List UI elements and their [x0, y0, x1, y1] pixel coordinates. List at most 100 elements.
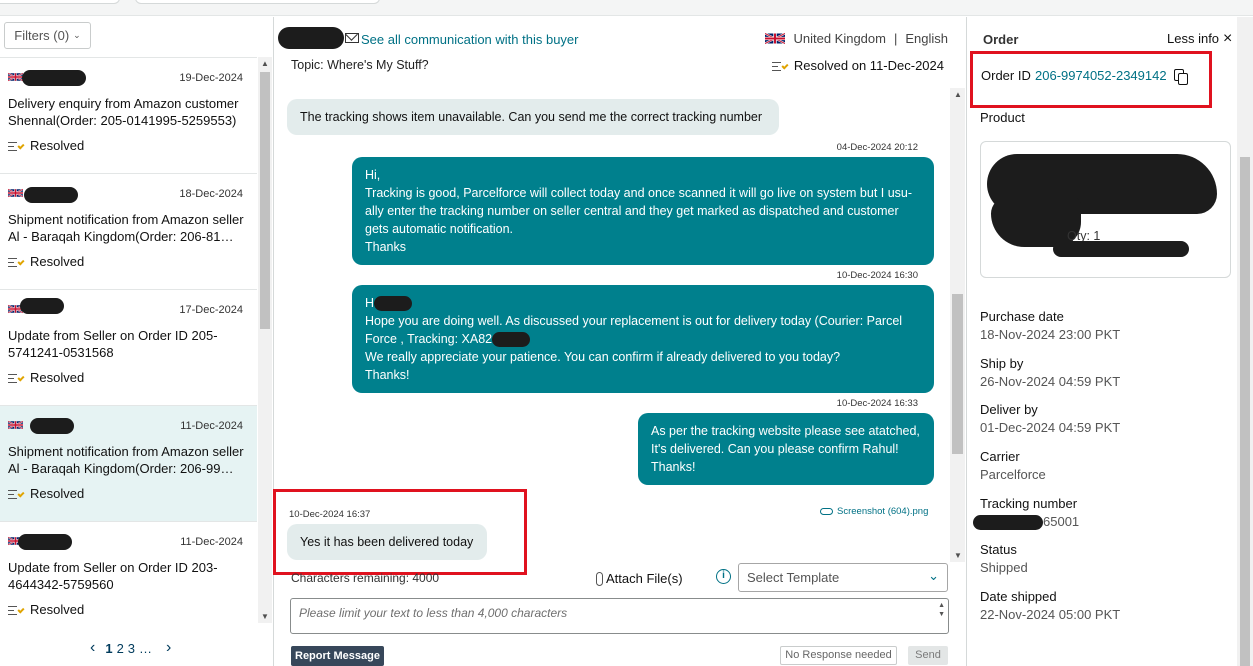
uk-flag-icon	[765, 32, 786, 45]
message-line: Thanks	[365, 240, 406, 254]
message-timestamp: 10-Dec-2024 16:33	[836, 398, 918, 409]
product-card[interactable]: Qty: 1	[980, 141, 1231, 278]
select-template-value: Select Template	[747, 570, 840, 585]
product-label: Product	[980, 110, 1025, 125]
next-page-icon[interactable]: ›	[166, 639, 171, 657]
case-item[interactable]: 11-Dec-2024 Update from Seller on Order …	[0, 522, 257, 623]
case-subject: Shipment notification from Amazon seller…	[8, 211, 248, 245]
case-item[interactable]: 18-Dec-2024 Shipment notification from A…	[0, 174, 257, 290]
case-list: 19-Dec-2024 Delivery enquiry from Amazon…	[0, 57, 257, 623]
case-status: Resolved	[8, 254, 84, 269]
top-tab-left[interactable]	[0, 0, 120, 4]
info-icon[interactable]: i	[716, 569, 731, 584]
no-response-needed-button[interactable]: No Response needed	[780, 646, 897, 665]
field-label: Date shipped	[980, 589, 1057, 604]
resolved-on-label: Resolved on 11-Dec-2024	[793, 58, 944, 73]
scrollbar-thumb[interactable]	[1240, 157, 1250, 666]
marketplace-info: United Kingdom | English	[765, 31, 948, 46]
order-section-title: Order	[983, 32, 1019, 47]
case-subject: Update from Seller on Order ID 205-57412…	[8, 328, 218, 360]
message-line: It's delivered. Can you please confirm R…	[651, 442, 899, 456]
pagination: ‹ 1 2 3 … ›	[90, 639, 171, 657]
field-label: Status	[980, 542, 1017, 557]
redacted-buyer-name	[278, 27, 344, 49]
purchase-date-field: Purchase date 18-Nov-2024 23:00 PKT	[980, 309, 1120, 342]
field-value: 26-Nov-2024 04:59 PKT	[980, 374, 1121, 389]
attachment-link[interactable]: Screenshot (604).png	[820, 506, 928, 517]
less-info-button[interactable]: Less info ×	[1167, 30, 1233, 47]
page-2-link[interactable]: 2	[117, 641, 124, 656]
scroll-down-arrow-icon[interactable]: ▼	[954, 551, 962, 560]
message-line: Thanks!	[651, 460, 696, 474]
message-timestamp: 10-Dec-2024 16:30	[836, 270, 918, 281]
scrollbar-thumb[interactable]	[952, 294, 963, 454]
case-item[interactable]: 19-Dec-2024 Delivery enquiry from Amazon…	[0, 58, 257, 174]
seller-messaging-page: Filters (0) ⌄ 19-Dec-2024 Delivery enqui…	[0, 0, 1253, 666]
scroll-up-arrow-icon[interactable]: ▲	[954, 90, 962, 99]
send-button[interactable]: Send	[908, 646, 948, 665]
conversation-panel: See all communication with this buyer Un…	[273, 17, 966, 666]
redacted-tracking	[973, 515, 1043, 531]
case-status-label: Resolved	[30, 254, 85, 269]
top-tab-right[interactable]	[135, 0, 380, 4]
case-status-label: Resolved	[30, 138, 85, 153]
case-item[interactable]: 17-Dec-2024 Update from Seller on Order …	[0, 290, 257, 406]
separator: |	[893, 31, 898, 46]
message-textarea[interactable]: Please limit your text to less than 4,00…	[290, 598, 949, 634]
topic-label: Topic: Where's My Stuff?	[291, 58, 429, 72]
see-all-communication-link[interactable]: See all communication with this buyer	[361, 32, 579, 47]
close-icon: ×	[1223, 30, 1233, 47]
message-line: We really appreciate your patience. You …	[365, 350, 841, 364]
mail-icon	[345, 33, 359, 43]
redacted-buyer-name	[30, 418, 74, 434]
attach-file-button[interactable]: Attach File(s)	[596, 571, 683, 586]
attach-file-label: Attach File(s)	[606, 571, 683, 586]
message-line: Hi,	[365, 168, 381, 182]
message-timestamp: 04-Dec-2024 20:12	[836, 142, 918, 153]
redacted-tracking	[492, 332, 531, 348]
highlight-box	[273, 489, 527, 575]
prev-page-icon[interactable]: ‹	[90, 639, 95, 657]
status-field: Status Shipped	[980, 542, 1028, 575]
page-1-link[interactable]: 1	[105, 641, 112, 656]
carrier-field: Carrier Parcelforce	[980, 449, 1046, 482]
page-3-link[interactable]: 3	[128, 641, 135, 656]
deliver-by-field: Deliver by 01-Dec-2024 04:59 PKT	[980, 402, 1120, 435]
order-panel-scrollbar[interactable]	[1237, 17, 1253, 666]
case-subject: Shipment notification from Amazon seller…	[8, 443, 248, 477]
filters-label: Filters (0)	[14, 28, 70, 43]
field-value: 01-Dec-2024 04:59 PKT	[980, 420, 1121, 435]
case-item-selected[interactable]: 11-Dec-2024 Shipment notification from A…	[0, 406, 257, 522]
resolved-icon	[8, 372, 25, 384]
attachment-name: Screenshot (604).png	[837, 506, 929, 517]
field-value: 18-Nov-2024 23:00 PKT	[980, 327, 1121, 342]
message-line: H	[365, 294, 921, 312]
country-label: United Kingdom	[793, 31, 886, 46]
textarea-spinner-icon[interactable]: ▲ ▼	[938, 601, 945, 619]
scrollbar-thumb[interactable]	[260, 72, 270, 329]
case-list-scrollbar[interactable]: ▲ ▼	[258, 57, 272, 623]
resolved-icon	[8, 256, 25, 268]
thread-scrollbar[interactable]: ▲ ▼	[950, 88, 965, 562]
case-status-label: Resolved	[30, 602, 85, 617]
case-status: Resolved	[8, 138, 84, 153]
case-subject: Delivery enquiry from Amazon customer Sh…	[8, 96, 239, 128]
tracking-number-suffix: 65001	[1043, 514, 1080, 529]
message-line: Hope you are doing well. As discussed yo…	[365, 314, 903, 328]
report-message-button[interactable]: Report Message	[291, 646, 384, 666]
scroll-up-arrow-icon[interactable]: ▲	[261, 59, 269, 68]
redacted-sku	[1053, 241, 1189, 257]
paperclip-icon	[820, 508, 833, 515]
case-status-label: Resolved	[30, 486, 85, 501]
filters-button[interactable]: Filters (0) ⌄	[4, 22, 91, 49]
message-line: As per the tracking website please see a…	[651, 424, 920, 438]
tracking-number-field: Tracking number 65001	[973, 496, 1080, 531]
select-template-dropdown[interactable]: Select Template ⌄	[738, 563, 948, 592]
incoming-message: The tracking shows item unavailable. Can…	[287, 99, 779, 135]
pagination-ellipsis[interactable]: …	[139, 641, 152, 656]
field-value: 22-Nov-2024 05:00 PKT	[980, 607, 1121, 622]
scroll-down-arrow-icon[interactable]: ▼	[261, 612, 269, 621]
case-date: 11-Dec-2024	[180, 420, 243, 432]
field-label: Deliver by	[980, 402, 1038, 417]
redacted-buyer-name	[20, 298, 64, 314]
